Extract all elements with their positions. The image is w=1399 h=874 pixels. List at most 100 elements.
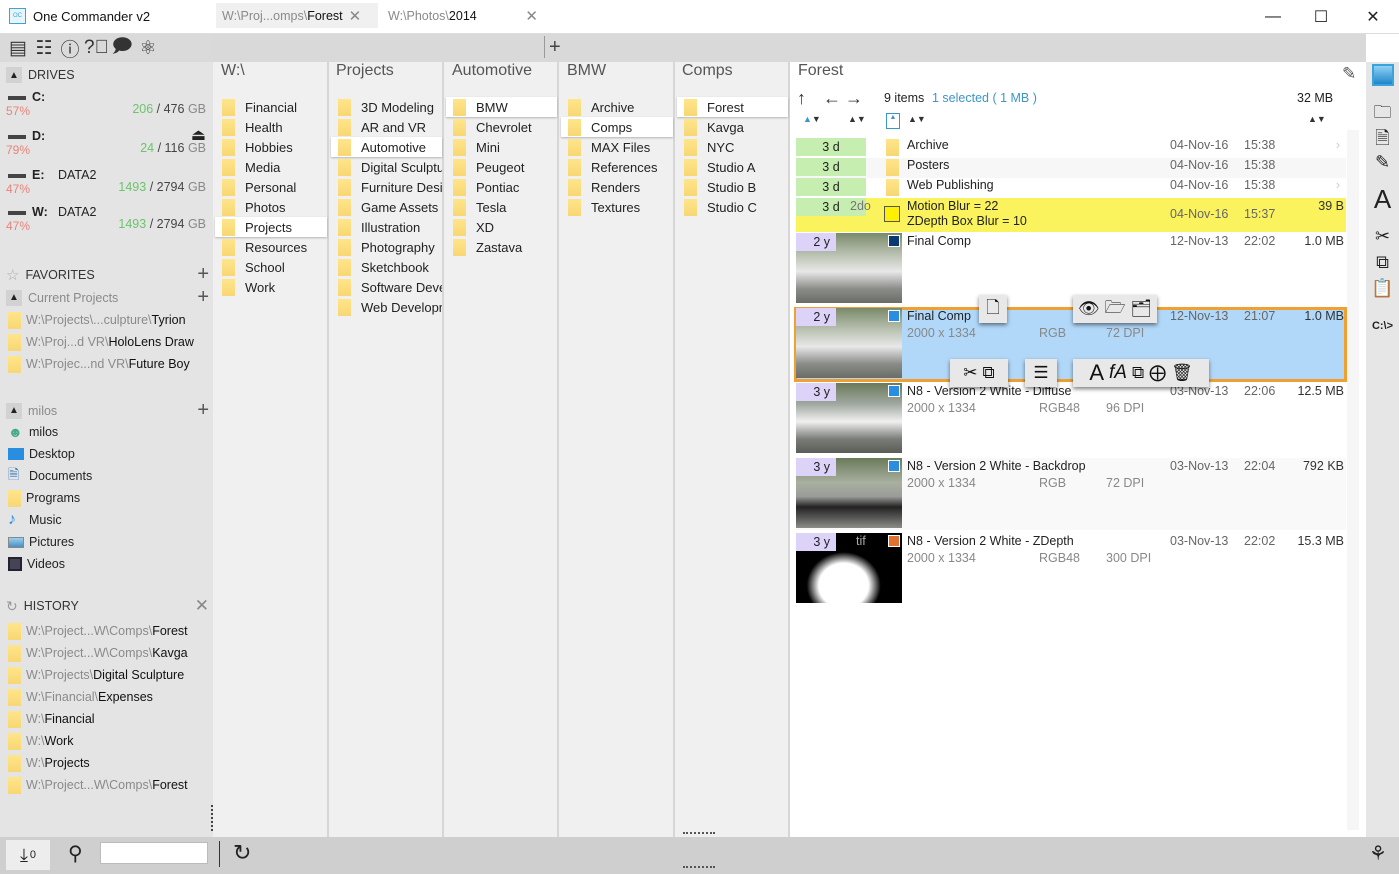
font-icon[interactable]: A — [1366, 184, 1399, 215]
user-header[interactable]: ▲ milos + — [6, 399, 209, 422]
folder-item[interactable]: Photos — [215, 197, 327, 217]
history-item[interactable]: W:\Project...W\Comps\Forest — [8, 774, 188, 796]
new-tab-button[interactable]: + — [544, 36, 561, 58]
clear-history-icon[interactable]: ✕ — [195, 596, 209, 616]
folder-item[interactable]: Personal — [215, 177, 327, 197]
user-item[interactable]: 🗎 Documents — [8, 465, 92, 487]
file-row[interactable]: 3 y tif N8 - Version 2 White - ZDepth 2000 … — [796, 533, 1346, 605]
sort-name-icon[interactable]: ▲▼ — [908, 114, 926, 124]
folder-item[interactable]: MAX Files — [561, 137, 673, 157]
folder-item[interactable]: Studio A — [677, 157, 788, 177]
file-row[interactable]: 3 d Web Publishing 04-Nov-16 15:38 › — [796, 178, 1346, 198]
search-icon[interactable]: ⚲ — [68, 841, 83, 866]
drives-header[interactable]: ▲ DRIVES — [6, 67, 75, 83]
user-item[interactable]: ☻ milos — [8, 421, 58, 443]
history-item[interactable]: W:\Financial\Expenses — [8, 686, 153, 708]
forward-icon[interactable]: → — [845, 88, 863, 109]
add-user-folder-icon[interactable]: + — [197, 399, 209, 422]
favorite-item[interactable]: W:\Projects\...culpture\Tyrion — [8, 309, 186, 331]
folder-item[interactable]: Mini — [446, 137, 557, 157]
user-item[interactable]: Programs — [8, 487, 80, 509]
tab-photos-2014[interactable]: W:\Photos\2014 ✕ — [382, 3, 544, 28]
drive-item[interactable]: W: DATA2 47% 1493 / 2794 GB — [6, 205, 206, 243]
folder-item[interactable]: Comps — [561, 117, 673, 137]
folder-item[interactable]: 3D Modeling — [331, 97, 442, 117]
delete-icon[interactable]: 🗑 — [1171, 363, 1193, 383]
folder-item[interactable]: Software Development — [331, 277, 442, 297]
folder-item[interactable]: References — [561, 157, 673, 177]
drive-item[interactable]: D: ⏏ 79% 24 / 116 GB — [6, 127, 206, 167]
copy-icon[interactable]: ⧉ — [1366, 252, 1399, 273]
rename-list-button[interactable]: ☰ — [1025, 359, 1057, 387]
chevron-up-icon[interactable]: ▲ — [6, 67, 22, 83]
folder-item[interactable]: Sketchbook — [331, 257, 442, 277]
close-tab-icon[interactable]: ✕ — [525, 7, 538, 25]
folder-item[interactable]: Financial — [215, 97, 327, 117]
edit-icon[interactable]: ✎ — [1366, 152, 1399, 173]
folder-item[interactable]: Kavga — [677, 117, 788, 137]
history-item[interactable]: W:\Project...W\Comps\Kavga — [8, 642, 188, 664]
column-resize-handle[interactable] — [683, 832, 715, 835]
close-tab-icon[interactable]: ✕ — [349, 7, 362, 25]
history-item[interactable]: W:\Projects\Digital Sculpture — [8, 664, 184, 686]
chat-icon[interactable]: 🗩 — [110, 32, 134, 64]
refresh-icon[interactable]: ↻ — [233, 840, 251, 866]
cut-icon[interactable]: ✂ — [1366, 226, 1399, 247]
folder-item[interactable]: BMW — [446, 97, 557, 117]
user-item[interactable]: ♪ Music — [8, 509, 62, 531]
tab-forest[interactable]: W:\Proj...omps\Forest ✕ — [216, 3, 378, 28]
folder-item[interactable]: Automotive — [331, 137, 442, 157]
paste-icon[interactable]: 📋 — [1366, 278, 1399, 299]
eye-icon[interactable]: 👁 — [1078, 299, 1100, 319]
folder-item[interactable]: Resources — [215, 237, 327, 257]
file-row[interactable]: 3 d Archive 04-Nov-16 15:38 › — [796, 138, 1346, 158]
sort-age-icon[interactable]: ▲▼ — [803, 114, 821, 124]
file-row[interactable]: 3 y N8 - Version 2 White - Diffuse 2000 x … — [796, 383, 1346, 455]
sort-size-icon[interactable]: ▲▼ — [1308, 114, 1326, 124]
file-pane-scrollbar[interactable] — [1347, 130, 1359, 830]
folder-item[interactable]: Renders — [561, 177, 673, 197]
move-folder-icon[interactable]: 🗂 — [1131, 299, 1153, 319]
folder-item[interactable]: Digital Sculpture — [331, 157, 442, 177]
folder-item[interactable]: Textures — [561, 197, 673, 217]
history-item[interactable]: W:\Work — [8, 730, 73, 752]
folder-item[interactable]: Zastava — [446, 237, 557, 257]
folder-item[interactable]: Tesla — [446, 197, 557, 217]
note-row[interactable]: 3 d 2do Motion Blur = 22 ZDepth Box Blur… — [796, 198, 1346, 232]
user-item[interactable]: Desktop — [8, 443, 75, 465]
properties-button[interactable]: 🗋 — [979, 295, 1007, 323]
folder-item[interactable]: Media — [215, 157, 327, 177]
user-item[interactable]: Videos — [8, 553, 65, 575]
history-item[interactable]: W:\Project...W\Comps\Forest — [8, 620, 188, 642]
extract-folder-icon[interactable]: 🗁 — [1104, 295, 1125, 324]
file-row[interactable]: 3 y N8 - Version 2 White - Backdrop 2000 x… — [796, 458, 1346, 530]
back-icon[interactable]: ← — [823, 88, 841, 109]
folder-item[interactable]: Illustration — [331, 217, 442, 237]
history-item[interactable]: W:\Financial — [8, 708, 95, 730]
folder-item[interactable]: NYC — [677, 137, 788, 157]
atom-icon[interactable]: ⚛ — [136, 37, 160, 60]
chevron-up-icon[interactable]: ▲ — [6, 289, 22, 306]
help-icon[interactable]: ?⃝ — [84, 37, 109, 59]
folder-item[interactable]: Furniture Design — [331, 177, 442, 197]
folder-item[interactable]: Peugeot — [446, 157, 557, 177]
folder-item[interactable]: Web Development — [331, 297, 442, 317]
folder-item[interactable]: Photography — [331, 237, 442, 257]
lamp-icon[interactable]: ⚘ — [1369, 841, 1387, 866]
cut-icon[interactable]: ✂ — [963, 363, 977, 383]
folder-item[interactable]: XD — [446, 217, 557, 237]
folder-item[interactable]: Hobbies — [215, 137, 327, 157]
folder-item[interactable]: Forest — [677, 97, 788, 117]
folder-item[interactable]: Pontiac — [446, 177, 557, 197]
file-row[interactable]: 3 d Posters 04-Nov-16 15:38 — [796, 158, 1346, 178]
up-icon[interactable]: ↑ — [797, 88, 806, 109]
queue-button[interactable]: ⤓ 0 — [6, 840, 50, 870]
sort-type-icon[interactable]: ▲ — [886, 113, 900, 129]
current-projects-header[interactable]: ▲ Current Projects + — [6, 286, 209, 309]
convert-icon[interactable]: ⧉ — [1132, 363, 1144, 383]
panel-resize-handle[interactable] — [683, 866, 715, 869]
info-icon[interactable]: ⓘ — [58, 35, 82, 62]
pencil-icon[interactable]: ✎ — [1342, 64, 1356, 84]
file-row-selected[interactable]: 2 y Final Comp 2000 x 1334 RGB 72 DPI 12-Nov-… — [796, 308, 1346, 380]
favorite-item[interactable]: W:\Projec...nd VR\Future Boy — [8, 353, 190, 375]
